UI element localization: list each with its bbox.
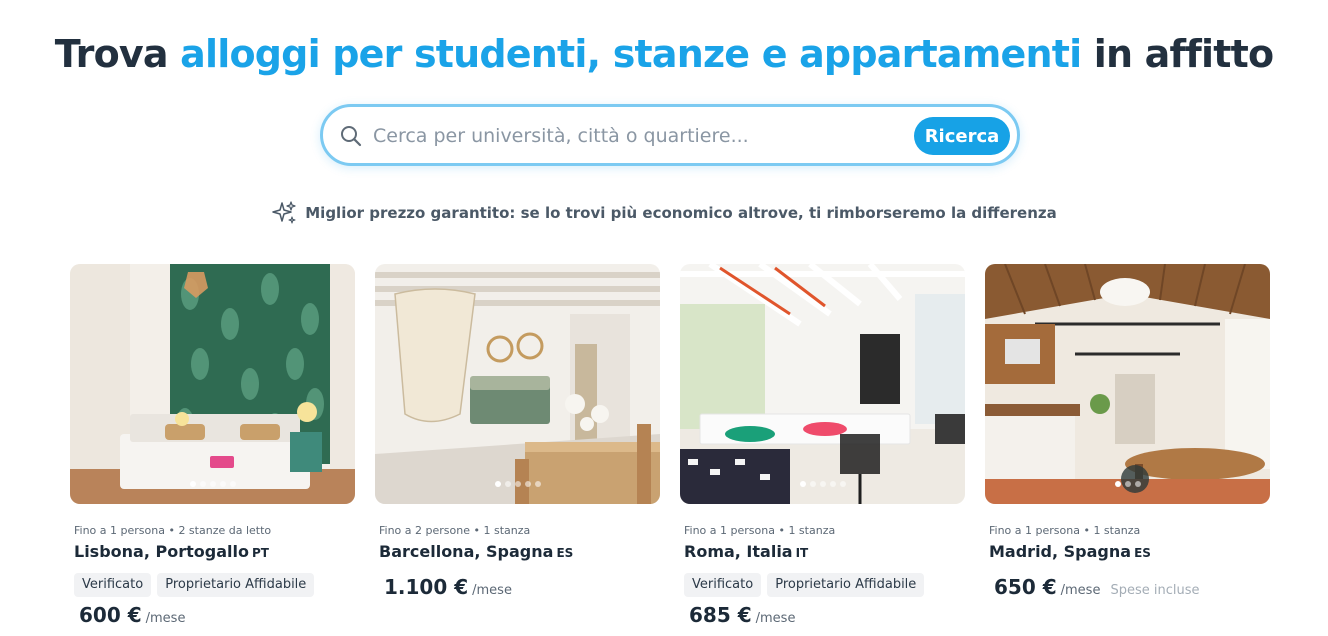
listing-tags: Verificato Proprietario Affidabile [74,573,355,597]
search-icon [341,126,362,147]
listing-city[interactable]: Barcellona, Spagna ES [379,542,660,561]
listing-photo[interactable] [70,264,355,504]
listing-price: 650 € [994,575,1057,599]
page-title: Trova alloggi per studenti, stanze e app… [0,32,1328,76]
listing-meta: Fino a 2 persone • 1 stanza [379,524,531,537]
listing-meta: Fino a 1 persona • 1 stanza [684,524,836,537]
listing-meta: Fino a 1 persona • 1 stanza [989,524,1141,537]
listing-city[interactable]: Madrid, Spagna ES [989,542,1270,561]
listing-price-row: 1.100 €/mese [384,575,660,599]
listing-city[interactable]: Lisbona, Portogallo PT [74,542,355,561]
price-period: /mese [755,611,796,626]
trusted-owner-badge: Proprietario Affidabile [767,573,925,597]
bills-included-note: Spese incluse [1110,583,1200,598]
listing-photo[interactable] [680,264,965,504]
title-accent: alloggi per studenti, stanze e appartame… [180,32,1082,76]
listing-card[interactable]: Fino a 1 persona • 1 stanza Roma, Italia… [680,264,965,627]
country-code: PT [251,546,269,560]
price-guarantee: Miglior prezzo garantito: se lo trovi pi… [0,200,1328,226]
listing-photo[interactable] [375,264,660,504]
search-bar: Ricerca [320,104,1020,166]
listing-price-row: 600 €/mese [79,603,355,627]
listing-card[interactable]: Fino a 2 persone • 1 stanza Barcellona, … [375,264,660,599]
title-end: in affitto [1081,32,1274,76]
price-period: /mese [472,583,512,598]
search-button[interactable]: Ricerca [914,117,1010,155]
listing-price: 600 € [79,603,142,627]
listing-card[interactable]: Fino a 1 persona • 2 stanze da letto Lis… [70,264,355,627]
listing-price-row: 650 €/mese Spese incluse [994,575,1270,599]
verified-badge: Verificato [684,573,762,597]
guarantee-text: Miglior prezzo garantito: se lo trovi pi… [305,204,1057,222]
country-code: ES [1134,546,1151,560]
listing-tags: Verificato Proprietario Affidabile [684,573,965,597]
listing-city[interactable]: Roma, Italia IT [684,542,965,561]
sparkle-icon [272,201,296,224]
price-period: /mese [145,611,186,626]
country-code: ES [556,546,574,560]
listing-meta: Fino a 1 persona • 2 stanze da letto [74,524,272,537]
country-code: IT [795,546,809,560]
title-start: Trova [54,32,181,76]
listing-photo[interactable] [985,264,1270,504]
trusted-owner-badge: Proprietario Affidabile [157,573,315,597]
price-period: /mese [1060,583,1101,598]
listing-card[interactable]: Fino a 1 persona • 1 stanza Madrid, Spag… [985,264,1270,599]
listing-price-row: 685 €/mese [689,603,965,627]
verified-badge: Verificato [74,573,152,597]
listing-price: 685 € [689,603,752,627]
listing-price: 1.100 € [384,575,469,599]
search-input[interactable] [373,119,893,153]
